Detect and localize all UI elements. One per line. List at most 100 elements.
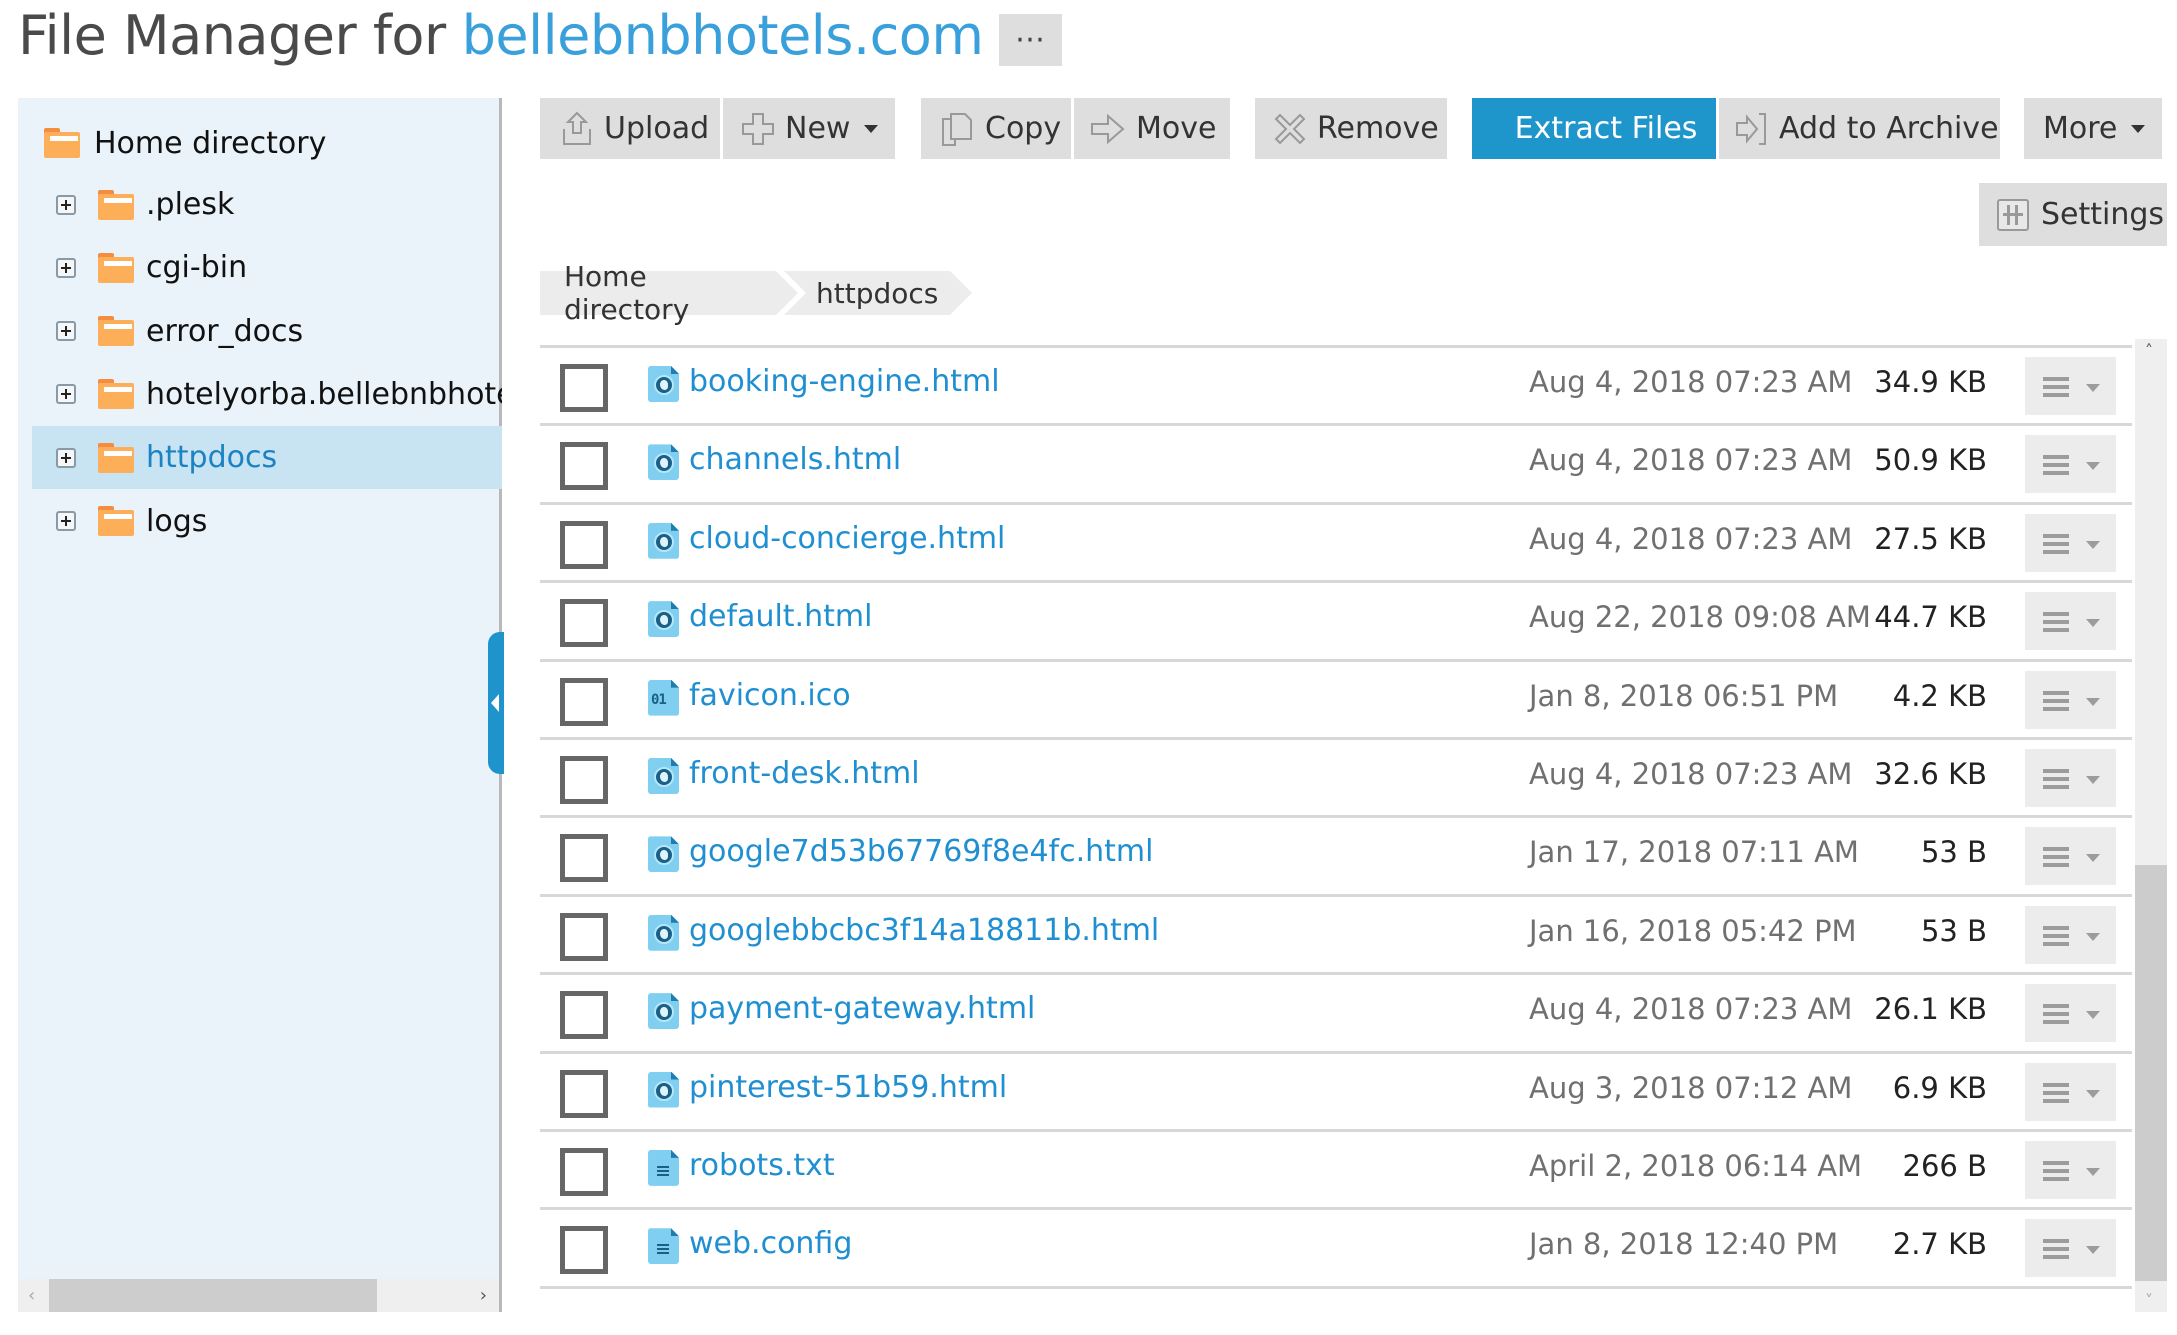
file-name-link[interactable]: pinterest-51b59.html [689, 1070, 1007, 1105]
file-modified-date: Jan 8, 2018 06:51 PM [1529, 678, 1839, 713]
row-checkbox[interactable] [560, 1147, 608, 1196]
add-to-archive-button[interactable]: Add to Archive [1719, 98, 2000, 159]
file-row[interactable]: booking-engine.html Aug 4, 2018 07:23 AM 3… [540, 348, 2132, 427]
file-row[interactable]: cloud-concierge.html Aug 4, 2018 07:23 AM… [540, 505, 2132, 584]
row-checkbox[interactable] [560, 520, 608, 569]
row-actions-menu-button[interactable] [2025, 670, 2116, 729]
settings-button[interactable]: Settings [1979, 183, 2167, 246]
file-row[interactable]: channels.html Aug 4, 2018 07:23 AM 50.9 KB [540, 426, 2132, 505]
file-list-vertical-scrollbar[interactable]: ˄ ˅ [2135, 339, 2167, 1312]
row-actions-menu-button[interactable] [2025, 435, 2116, 494]
html-file-icon [648, 993, 679, 1030]
row-checkbox[interactable] [560, 1226, 608, 1275]
file-row[interactable]: payment-gateway.html Aug 4, 2018 07:23 AM… [540, 975, 2132, 1054]
row-checkbox[interactable] [560, 677, 608, 726]
file-row[interactable]: pinterest-51b59.html Aug 3, 2018 07:12 AM… [540, 1054, 2132, 1132]
domain-link[interactable]: bellebnbhotels.com [462, 4, 984, 67]
sidebar-horizontal-scrollbar[interactable]: ‹ › [18, 1279, 499, 1312]
file-name-link[interactable]: front-desk.html [689, 756, 920, 791]
copy-button[interactable]: Copy [921, 98, 1071, 159]
scrollbar-thumb[interactable] [2135, 865, 2167, 1281]
file-row[interactable]: web.config Jan 8, 2018 12:40 PM 2.7 KB [540, 1210, 2132, 1289]
breadcrumb-httpdocs[interactable]: httpdocs [784, 271, 972, 315]
tree-item[interactable]: cgi-bin [32, 236, 502, 299]
file-modified-date: Aug 4, 2018 07:23 AM [1529, 443, 1853, 478]
chevron-down-icon [864, 124, 879, 133]
tree-root-home[interactable]: Home directory [44, 118, 326, 168]
menu-icon [2043, 1004, 2069, 1009]
row-actions-menu-button[interactable] [2025, 827, 2116, 886]
expand-icon[interactable] [56, 511, 76, 531]
tree-item[interactable]: hotelyorba.bellebnbhotels.com [32, 363, 502, 426]
file-size: 32.6 KB [1874, 756, 1987, 791]
file-row[interactable]: googlebbcbc3f14a18811b.html Jan 16, 2018 … [540, 897, 2132, 976]
text-file-icon [648, 1149, 679, 1186]
row-actions-menu-button[interactable] [2025, 513, 2116, 572]
file-row[interactable]: robots.txt April 2, 2018 06:14 AM 266 B [540, 1132, 2132, 1211]
tree-item[interactable]: httpdocs [32, 426, 502, 490]
file-name-link[interactable]: robots.txt [689, 1148, 835, 1183]
row-checkbox[interactable] [560, 755, 608, 804]
expand-icon[interactable] [56, 321, 76, 342]
file-name-link[interactable]: channels.html [689, 442, 901, 477]
expand-icon[interactable] [56, 384, 76, 405]
row-checkbox[interactable] [560, 834, 608, 883]
tree-item[interactable]: logs [32, 490, 502, 553]
more-button[interactable]: More [2024, 98, 2162, 159]
tree-item-label: logs [146, 503, 208, 539]
row-actions-menu-button[interactable] [2025, 984, 2116, 1043]
tree-item[interactable]: error_docs [32, 300, 502, 363]
file-name-link[interactable]: favicon.ico [689, 678, 851, 713]
file-name-link[interactable]: booking-engine.html [689, 364, 1000, 399]
row-actions-menu-button[interactable] [2025, 905, 2116, 964]
collapse-sidebar-handle[interactable] [488, 632, 504, 774]
file-row[interactable]: front-desk.html Aug 4, 2018 07:23 AM 32.6 … [540, 740, 2132, 819]
row-checkbox[interactable] [560, 599, 608, 648]
scroll-down-icon[interactable]: ˅ [2145, 1291, 2153, 1310]
file-name-link[interactable]: google7d53b67769f8e4fc.html [689, 834, 1154, 869]
file-name-link[interactable]: googlebbcbc3f14a18811b.html [689, 913, 1159, 948]
tree-item-label: httpdocs [146, 440, 278, 476]
file-row[interactable]: google7d53b67769f8e4fc.html Jan 17, 2018 … [540, 818, 2132, 897]
file-name-link[interactable]: web.config [689, 1226, 852, 1261]
tree-item[interactable]: .plesk [32, 173, 502, 236]
row-checkbox[interactable] [560, 991, 608, 1040]
upload-icon [563, 111, 591, 145]
menu-icon [2043, 925, 2069, 930]
menu-icon [2043, 690, 2069, 695]
breadcrumb-home[interactable]: Home directory [540, 260, 798, 326]
upload-button[interactable]: Upload [540, 98, 720, 159]
remove-button[interactable]: Remove [1255, 98, 1447, 159]
row-checkbox[interactable] [560, 442, 608, 491]
row-actions-menu-button[interactable] [2025, 1062, 2116, 1121]
file-modified-date: Jan 16, 2018 05:42 PM [1529, 913, 1857, 948]
scrollbar-thumb[interactable] [49, 1279, 377, 1312]
more-options-button[interactable]: ⋯ [999, 13, 1063, 66]
row-checkbox[interactable] [560, 912, 608, 961]
row-actions-menu-button[interactable] [2025, 357, 2116, 415]
chevron-down-icon [2131, 124, 2146, 133]
scroll-up-icon[interactable]: ˄ [2145, 341, 2153, 360]
file-row[interactable]: 01 favicon.ico Jan 8, 2018 06:51 PM 4.2 KB [540, 662, 2132, 740]
row-checkbox[interactable] [560, 1069, 608, 1118]
row-actions-menu-button[interactable] [2025, 1219, 2116, 1278]
settings-sliders-icon [1997, 198, 2029, 231]
expand-icon[interactable] [56, 447, 76, 468]
move-button[interactable]: Move [1074, 98, 1230, 159]
menu-icon [2043, 455, 2069, 460]
file-name-link[interactable]: cloud-concierge.html [689, 521, 1005, 556]
expand-icon[interactable] [56, 257, 76, 278]
file-row[interactable]: default.html Aug 22, 2018 09:08 AM 44.7 KB [540, 583, 2132, 662]
row-actions-menu-button[interactable] [2025, 1140, 2116, 1199]
file-name-link[interactable]: payment-gateway.html [689, 991, 1035, 1026]
row-checkbox[interactable] [560, 364, 608, 412]
chevron-down-icon [2086, 540, 2100, 549]
new-button[interactable]: New [723, 98, 895, 159]
scroll-right-icon[interactable]: › [480, 1285, 487, 1306]
expand-icon[interactable] [56, 194, 76, 215]
scroll-left-icon[interactable]: ‹ [28, 1285, 35, 1306]
row-actions-menu-button[interactable] [2025, 748, 2116, 807]
file-name-link[interactable]: default.html [689, 599, 872, 634]
extract-files-button[interactable]: Extract Files [1472, 98, 1716, 159]
row-actions-menu-button[interactable] [2025, 592, 2116, 651]
